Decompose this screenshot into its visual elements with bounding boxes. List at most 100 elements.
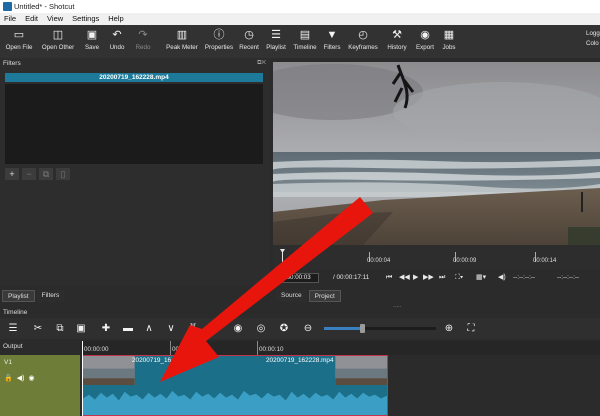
minus-icon: − <box>26 169 32 179</box>
skip-next-icon[interactable]: ⏭ <box>439 270 445 286</box>
ruler-tick-label: 00:00:00 <box>84 346 109 353</box>
export-icon: ◉ <box>420 29 430 41</box>
scrub-icon[interactable]: ◉ <box>231 322 245 335</box>
rewind-icon[interactable]: ◀◀ <box>399 270 410 286</box>
timeline-playhead[interactable] <box>82 341 83 416</box>
ripple-all-icon[interactable]: ✪ <box>277 322 291 335</box>
peak-meter-icon: ▥ <box>176 29 188 41</box>
paste-icon[interactable]: ▣ <box>74 322 88 335</box>
lift-icon[interactable]: ∧ <box>142 322 156 335</box>
remove-filter-button[interactable]: − <box>22 168 36 180</box>
tab-filters[interactable]: Filters <box>36 290 65 302</box>
snap-icon[interactable]: ◐ <box>208 322 222 335</box>
open-other-button[interactable]: ◫ Open Other <box>36 25 80 58</box>
zoom-out-icon[interactable]: ⊖ <box>301 322 315 335</box>
timeline-clip[interactable] <box>82 355 388 416</box>
keyframes-button[interactable]: ◴ Keyframes <box>344 25 382 58</box>
filters-button[interactable]: ▼ Filters <box>320 25 344 58</box>
current-timecode-field[interactable]: 00:00:00:03 <box>275 273 319 283</box>
skip-previous-icon[interactable]: ⏮ <box>386 270 392 286</box>
window-title: Untitled* - Shotcut <box>14 2 75 11</box>
fast-forward-icon[interactable]: ▶▶ <box>423 270 434 286</box>
logging-button[interactable]: Logg <box>586 29 600 39</box>
filters-icon: ▼ <box>326 29 338 41</box>
mute-icon[interactable]: ◀) <box>17 374 25 382</box>
open-file-button[interactable]: ▭ Open File <box>2 25 36 58</box>
v1-track-label: V1 <box>4 359 12 366</box>
zoom-icon[interactable]: ⛶▾ <box>455 270 463 286</box>
filter-buttons: + − ⧉ ▯ <box>5 168 70 180</box>
jobs-button[interactable]: ▦ Jobs <box>438 25 460 58</box>
video-preview[interactable] <box>273 62 600 245</box>
zoom-in-icon[interactable]: ⊕ <box>442 322 456 335</box>
lock-icon[interactable]: 🔒 <box>4 374 13 382</box>
split-icon[interactable]: ][ <box>186 322 200 335</box>
save-button[interactable]: ▣ Save <box>80 25 104 58</box>
player-tabs: Source Project <box>276 290 341 302</box>
history-button[interactable]: ⚒ History <box>382 25 412 58</box>
menu-help[interactable]: Help <box>108 13 123 25</box>
in-point-field[interactable]: --:--:--:-- <box>513 270 535 286</box>
toolbar-overflow: Logg Colo <box>586 25 600 58</box>
tab-playlist[interactable]: Playlist <box>2 290 35 302</box>
copy-icon[interactable]: ⧉ <box>53 322 67 335</box>
open-other-icon: ◫ <box>52 29 64 41</box>
properties-icon: ⓘ <box>213 29 225 41</box>
timeline-icon: ▤ <box>299 29 311 41</box>
recent-button[interactable]: ◷ Recent <box>236 25 262 58</box>
filter-clip-name: 20200719_162228.mp4 <box>5 73 263 82</box>
overwrite-icon[interactable]: ∨ <box>164 322 178 335</box>
peak-meter-button[interactable]: ▥ Peak Meter <box>162 25 202 58</box>
total-duration: / 00:00:17:11 <box>333 274 370 281</box>
paste-filter-button[interactable]: ▯ <box>56 168 70 180</box>
menu-bar: File Edit View Settings Help <box>0 13 600 25</box>
eye-icon[interactable]: ◉ <box>28 374 34 382</box>
scrubber-tick-label: 00:00:09 <box>453 258 477 264</box>
menu-edit[interactable]: Edit <box>25 13 38 25</box>
filters-panel-header: Filters ⧉✕ <box>0 58 270 69</box>
properties-button[interactable]: ⓘ Properties <box>202 25 236 58</box>
paste-icon: ▯ <box>60 169 66 179</box>
timeline-button[interactable]: ▤ Timeline <box>290 25 320 58</box>
menu-file[interactable]: File <box>4 13 16 25</box>
scrubber-tick-label: 00:00:14 <box>533 258 557 264</box>
ripple-icon[interactable]: ◎ <box>254 322 268 335</box>
recent-icon: ◷ <box>244 29 254 41</box>
tab-project[interactable]: Project <box>308 290 341 302</box>
window-titlebar: Untitled* - Shotcut <box>0 0 600 13</box>
v1-track-controls: 🔒 ◀) ◉ <box>4 374 35 382</box>
play-icon[interactable]: ▶ <box>413 270 418 286</box>
out-point-field[interactable]: --:--:--:-- <box>557 270 579 286</box>
export-button[interactable]: ◉ Export <box>412 25 438 58</box>
scrubber-ticks: 00:00:04 00:00:09 00:00:14 <box>273 252 600 264</box>
tab-source[interactable]: Source <box>276 290 307 302</box>
redo-icon: ↷ <box>138 29 148 41</box>
timeline-menu-icon[interactable]: ☰ <box>6 322 20 335</box>
timeline-ruler[interactable]: 00:00:00 00:00:05 00:00:10 <box>80 341 600 355</box>
playlist-button[interactable]: ☰ Playlist <box>262 25 290 58</box>
append-icon[interactable]: ✚ <box>99 322 113 335</box>
color-button[interactable]: Colo <box>586 39 600 49</box>
copy-filter-button[interactable]: ⧉ <box>39 168 53 180</box>
grid-icon[interactable]: ▦▾ <box>476 270 486 286</box>
cut-icon[interactable]: ✂ <box>31 322 45 335</box>
volume-icon[interactable]: ◀) <box>498 270 506 286</box>
redo-button[interactable]: ↷ Redo <box>130 25 156 58</box>
v1-track-header[interactable] <box>0 355 80 416</box>
ripple-delete-icon[interactable]: ▬ <box>121 322 135 335</box>
menu-view[interactable]: View <box>47 13 63 25</box>
output-track-label: Output <box>3 343 23 350</box>
history-icon: ⚒ <box>392 29 402 41</box>
scrubber-tick-label: 00:00:04 <box>367 258 391 264</box>
scrubber-playhead-icon[interactable] <box>280 249 285 267</box>
add-filter-button[interactable]: + <box>5 168 19 180</box>
main-toolbar: ▭ Open File ◫ Open Other ▣ Save ↶ Undo ↷… <box>0 25 600 58</box>
dock-float-icon[interactable]: ⧉✕ <box>257 58 266 69</box>
undo-button[interactable]: ↶ Undo <box>104 25 130 58</box>
zoom-fit-icon[interactable]: ⛶ <box>464 322 478 335</box>
timeline-zoom-fill <box>324 327 364 330</box>
attached-filters-list[interactable] <box>5 84 263 164</box>
timeline-zoom-handle[interactable] <box>360 324 365 333</box>
ruler-tick-label: 00:00:10 <box>259 346 284 353</box>
menu-settings[interactable]: Settings <box>72 13 99 25</box>
